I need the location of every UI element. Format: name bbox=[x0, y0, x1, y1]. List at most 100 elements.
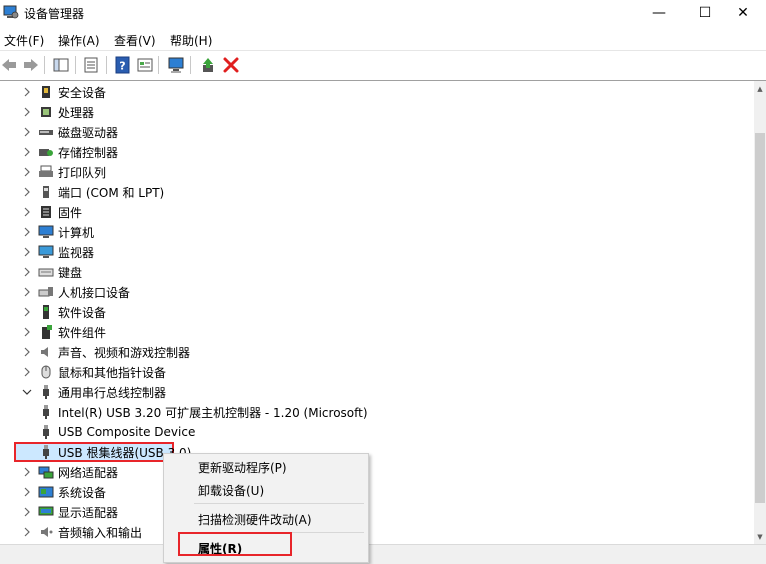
audio-io-icon bbox=[38, 524, 54, 540]
chevron-down-icon[interactable] bbox=[20, 385, 34, 399]
tree-item-label: 键盘 bbox=[58, 265, 83, 280]
tree-item-label: 显示适配器 bbox=[58, 505, 119, 520]
toolbar-divider bbox=[44, 56, 45, 74]
chevron-right-icon[interactable] bbox=[20, 485, 34, 499]
hid-icon bbox=[38, 284, 54, 300]
uninstall-icon[interactable] bbox=[222, 56, 240, 74]
tree-item-label: 端口 (COM 和 LPT) bbox=[58, 185, 165, 200]
show-hide-tree-icon[interactable] bbox=[52, 56, 70, 74]
svg-text:?: ? bbox=[119, 60, 125, 73]
security-device-icon bbox=[38, 84, 54, 100]
tree-category-item[interactable]: 鼠标和其他指针设备 bbox=[20, 362, 166, 382]
tree-item-label: 音频输入和输出 bbox=[58, 525, 143, 540]
forward-icon[interactable] bbox=[22, 56, 40, 74]
vertical-scrollbar[interactable]: ▲ ▼ bbox=[754, 81, 766, 544]
tree-category-item[interactable]: 键盘 bbox=[20, 262, 82, 282]
scroll-up-icon[interactable]: ▲ bbox=[756, 85, 764, 93]
chevron-right-icon[interactable] bbox=[20, 185, 34, 199]
tree-category-item[interactable]: 软件组件 bbox=[20, 322, 106, 342]
chevron-right-icon[interactable] bbox=[20, 205, 34, 219]
tree-category-item[interactable]: 磁盘驱动器 bbox=[20, 122, 118, 142]
computer-icon bbox=[38, 224, 54, 240]
close-button[interactable]: ✕ bbox=[720, 0, 766, 26]
tree-category-item[interactable]: 监视器 bbox=[20, 242, 94, 262]
toolbar-divider bbox=[190, 56, 191, 74]
tree-item-label: 打印队列 bbox=[58, 165, 107, 180]
network-icon bbox=[38, 464, 54, 480]
disk-drive-icon bbox=[38, 124, 54, 140]
tree-category-item[interactable]: 处理器 bbox=[20, 102, 94, 122]
tree-category-item[interactable]: 系统设备 bbox=[20, 482, 106, 502]
tree-child-item[interactable]: Intel(R) USB 3.20 可扩展主机控制器 - 1.20 (Micro… bbox=[38, 402, 368, 422]
window-title: 设备管理器 bbox=[24, 7, 85, 21]
chevron-right-icon[interactable] bbox=[20, 225, 34, 239]
title-bar: 设备管理器 — ☐ ✕ bbox=[0, 0, 766, 26]
menu-file[interactable]: 文件(F) bbox=[4, 32, 44, 49]
tree-item-label: 安全设备 bbox=[58, 85, 107, 100]
tree-item-label: 软件组件 bbox=[58, 325, 107, 340]
tree-item-label: 人机接口设备 bbox=[58, 285, 131, 300]
tree-category-item[interactable]: 人机接口设备 bbox=[20, 282, 130, 302]
chevron-right-icon[interactable] bbox=[20, 125, 34, 139]
chevron-right-icon[interactable] bbox=[20, 285, 34, 299]
toolbar-divider bbox=[158, 56, 159, 74]
context-divider bbox=[194, 503, 364, 504]
scroll-down-icon[interactable]: ▼ bbox=[756, 533, 764, 541]
tree-category-item[interactable]: 存储控制器 bbox=[20, 142, 118, 162]
tree-item-label: 通用串行总线控制器 bbox=[58, 385, 167, 400]
tree-category-item[interactable]: 网络适配器 bbox=[20, 462, 118, 482]
tree-category-item[interactable]: 计算机 bbox=[20, 222, 94, 242]
menu-action[interactable]: 操作(A) bbox=[58, 32, 100, 49]
help-icon[interactable]: ? bbox=[114, 56, 132, 74]
tree-child-item[interactable]: USB Composite Device bbox=[38, 422, 195, 442]
chevron-right-icon[interactable] bbox=[20, 365, 34, 379]
context-menu: 更新驱动程序(P) 卸载设备(U) 扫描检测硬件改动(A) 属性(R) bbox=[163, 453, 369, 563]
chevron-right-icon[interactable] bbox=[20, 305, 34, 319]
tree-category-item[interactable]: 音频输入和输出 bbox=[20, 522, 142, 542]
chevron-right-icon[interactable] bbox=[20, 525, 34, 539]
system-device-icon bbox=[38, 484, 54, 500]
chevron-right-icon[interactable] bbox=[20, 245, 34, 259]
usb-icon bbox=[38, 424, 54, 440]
scrollbar-thumb[interactable] bbox=[755, 133, 765, 503]
chevron-right-icon[interactable] bbox=[20, 105, 34, 119]
port-icon bbox=[38, 184, 54, 200]
context-scan-hardware[interactable]: 扫描检测硬件改动(A) bbox=[198, 511, 312, 528]
usb-icon bbox=[38, 384, 54, 400]
tree-category-item[interactable]: 显示适配器 bbox=[20, 502, 118, 522]
monitor-icon bbox=[38, 244, 54, 260]
back-icon[interactable] bbox=[0, 56, 18, 74]
chevron-right-icon[interactable] bbox=[20, 505, 34, 519]
context-uninstall-device[interactable]: 卸载设备(U) bbox=[198, 482, 264, 499]
tree-item-label: 系统设备 bbox=[58, 485, 107, 500]
tree-item-label: 监视器 bbox=[58, 245, 95, 260]
tree-category-item[interactable]: 打印队列 bbox=[20, 162, 106, 182]
update-driver-icon[interactable] bbox=[199, 56, 217, 74]
scan-hardware-icon[interactable] bbox=[167, 56, 185, 74]
status-bar bbox=[0, 544, 766, 564]
chevron-right-icon[interactable] bbox=[20, 465, 34, 479]
display-adapter-icon bbox=[38, 504, 54, 520]
chevron-right-icon[interactable] bbox=[20, 325, 34, 339]
chevron-right-icon[interactable] bbox=[20, 145, 34, 159]
tree-category-item[interactable]: 软件设备 bbox=[20, 302, 106, 322]
chevron-right-icon[interactable] bbox=[20, 345, 34, 359]
view-detail-icon[interactable] bbox=[136, 56, 154, 74]
tree-item-label: 处理器 bbox=[58, 105, 95, 120]
tree-category-item[interactable]: 通用串行总线控制器 bbox=[20, 382, 166, 402]
tree-category-item[interactable]: 安全设备 bbox=[20, 82, 106, 102]
minimize-button[interactable]: — bbox=[636, 0, 682, 26]
menu-help[interactable]: 帮助(H) bbox=[170, 32, 212, 49]
tree-item-label: 软件设备 bbox=[58, 305, 107, 320]
chevron-right-icon[interactable] bbox=[20, 165, 34, 179]
menu-view[interactable]: 查看(V) bbox=[114, 32, 156, 49]
chevron-right-icon[interactable] bbox=[20, 85, 34, 99]
tree-category-item[interactable]: 固件 bbox=[20, 202, 82, 222]
tree-category-item[interactable]: 声音、视频和游戏控制器 bbox=[20, 342, 190, 362]
tree-item-label: 固件 bbox=[58, 205, 83, 220]
chevron-right-icon[interactable] bbox=[20, 265, 34, 279]
context-update-driver[interactable]: 更新驱动程序(P) bbox=[198, 459, 287, 476]
tree-category-item[interactable]: 端口 (COM 和 LPT) bbox=[20, 182, 164, 202]
speaker-icon bbox=[38, 344, 54, 360]
properties-sheet-icon[interactable] bbox=[82, 56, 100, 74]
